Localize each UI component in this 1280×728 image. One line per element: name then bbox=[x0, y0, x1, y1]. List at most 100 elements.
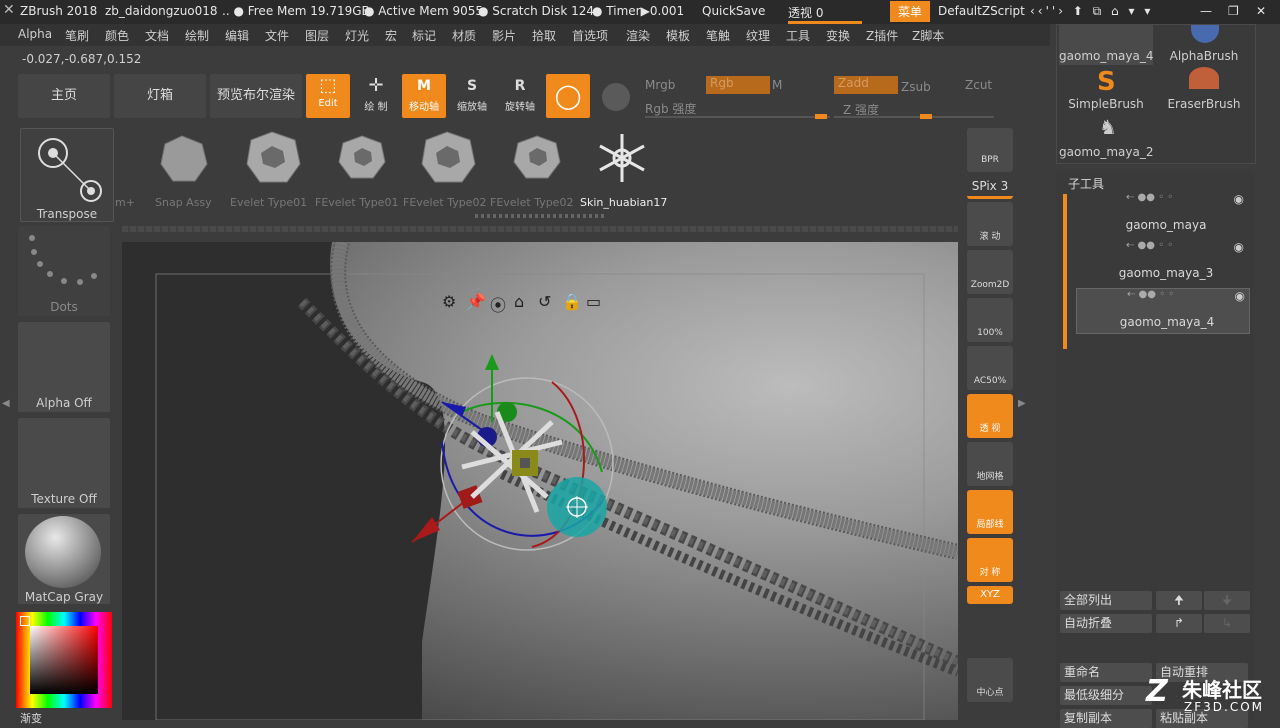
gizmo-toggle-button[interactable]: ◯ bbox=[546, 74, 590, 118]
right-shelf-button[interactable]: AC50% bbox=[967, 346, 1013, 390]
menu-item[interactable]: 绘制 bbox=[185, 27, 209, 44]
minimize-icon[interactable]: — bbox=[1200, 4, 1212, 18]
move-down-button[interactable]: 🠋 bbox=[1204, 591, 1250, 610]
rename-button[interactable]: 重命名 bbox=[1060, 663, 1152, 682]
right-shelf-button[interactable]: 100% bbox=[967, 298, 1013, 342]
pin-icon[interactable]: 📌 bbox=[466, 292, 486, 311]
bpr-preview-button[interactable]: 预览布尔渲染 bbox=[210, 74, 302, 118]
shelf-item-label[interactable]: FEvelet Type01 bbox=[315, 196, 398, 209]
default-zscript[interactable]: DefaultZScript bbox=[938, 4, 1025, 18]
viewport-canvas[interactable] bbox=[122, 242, 958, 720]
alpha-panel[interactable]: Alpha Off bbox=[18, 322, 110, 412]
menu-item[interactable]: 影片 bbox=[492, 27, 516, 44]
menu-item[interactable]: 灯光 bbox=[345, 27, 369, 44]
move-button[interactable]: M 移动轴 bbox=[402, 74, 446, 118]
z-intensity-slider[interactable] bbox=[834, 114, 994, 119]
subtool-toggle-icons[interactable]: ⇠ ●● ◦ ◦ bbox=[1126, 192, 1173, 203]
menu-item[interactable]: 宏 bbox=[385, 27, 397, 44]
right-shelf-button[interactable]: 对 称 bbox=[967, 538, 1013, 582]
brush-gaomo-maya-4[interactable]: gaomo_maya_4 bbox=[1059, 25, 1153, 65]
subtool-visibility-icon[interactable]: ◉ bbox=[1234, 240, 1244, 254]
menu-item[interactable]: 渲染 bbox=[626, 27, 650, 44]
rgb-intensity-slider[interactable] bbox=[645, 114, 830, 119]
menu-item[interactable]: Z脚本 bbox=[912, 27, 944, 44]
right-shelf-button[interactable]: BPR bbox=[967, 128, 1013, 172]
menu-item[interactable]: 文件 bbox=[265, 27, 289, 44]
lowest-subdiv-button[interactable]: 最低级细分 bbox=[1060, 686, 1152, 705]
right-tray-arrow-icon[interactable]: ▶ bbox=[1018, 398, 1026, 409]
subtool-visibility-icon[interactable]: ◉ bbox=[1235, 289, 1245, 303]
menu-item[interactable]: 编辑 bbox=[225, 27, 249, 44]
lock-icon[interactable]: 🔒 bbox=[562, 292, 582, 311]
zcut-button[interactable]: Zcut bbox=[965, 78, 992, 92]
shelf-item-label[interactable]: Evelet Type01 bbox=[230, 196, 307, 209]
list-all-button[interactable]: 全部列出 bbox=[1060, 591, 1152, 610]
right-shelf-button[interactable]: Zoom2D bbox=[967, 250, 1013, 294]
arrow-right-down-button[interactable]: ↳ bbox=[1204, 614, 1250, 633]
move-up-button[interactable]: 🠉 bbox=[1156, 591, 1202, 610]
transpose-panel[interactable]: Transpose bbox=[20, 128, 114, 222]
color-picker[interactable] bbox=[16, 612, 112, 708]
brush-eraser[interactable]: EraserBrush bbox=[1157, 67, 1251, 113]
brush-alpha[interactable]: AlphaBrush bbox=[1157, 25, 1251, 65]
right-shelf-button[interactable]: XYZ bbox=[967, 586, 1013, 604]
right-shelf-spix[interactable]: SPix 3 bbox=[967, 176, 1013, 199]
rgb-button[interactable]: Rgb bbox=[706, 76, 770, 94]
home-icon[interactable]: ⌂ bbox=[514, 292, 524, 311]
auto-collapse-button[interactable]: 自动折叠 bbox=[1060, 614, 1152, 633]
zsub-button[interactable]: Zsub bbox=[901, 80, 931, 94]
material-panel[interactable]: MatCap Gray bbox=[18, 514, 110, 604]
see-through-slider[interactable]: 透视 0 bbox=[788, 4, 862, 24]
subtool-title[interactable]: 子工具 bbox=[1068, 175, 1104, 192]
restore-icon[interactable]: ❐ bbox=[1228, 4, 1239, 18]
home-button[interactable]: 主页 bbox=[18, 74, 110, 118]
menu-item[interactable]: 模板 bbox=[666, 27, 690, 44]
rotate-button[interactable]: R 旋转轴 bbox=[498, 74, 542, 118]
shelf-item-label[interactable]: FEvelet Type02 bbox=[403, 196, 486, 209]
duplicate-button[interactable]: 复制副本 bbox=[1060, 709, 1152, 728]
subtool-item[interactable]: gaomo_maya_3 ◉ ⇠ ●● ◦ ◦ bbox=[1076, 240, 1248, 284]
subtool-item[interactable]: gaomo_maya_4 ◉ ⇠ ●● ◦ ◦ bbox=[1076, 288, 1250, 334]
minus-icon[interactable]: ▭ bbox=[586, 292, 601, 311]
subtool-item[interactable]: gaomo_maya ◉ ⇠ ●● ◦ ◦ bbox=[1076, 192, 1248, 236]
menu-item[interactable]: 图层 bbox=[305, 27, 329, 44]
texture-panel[interactable]: Texture Off bbox=[18, 418, 110, 508]
subtool-toggle-icons[interactable]: ⇠ ●● ◦ ◦ bbox=[1127, 289, 1174, 300]
menu-item[interactable]: Z插件 bbox=[866, 27, 898, 44]
menu-item[interactable]: 笔触 bbox=[706, 27, 730, 44]
close-icon[interactable]: ✕ bbox=[1256, 4, 1266, 18]
arrow-right-up-button[interactable]: ↱ bbox=[1156, 614, 1202, 633]
material-swatch-icon[interactable] bbox=[602, 83, 630, 111]
right-shelf-button[interactable]: 透 视 bbox=[967, 394, 1013, 438]
draw-button[interactable]: ✛ 绘 制 bbox=[354, 74, 398, 118]
menu-item[interactable]: 材质 bbox=[452, 27, 476, 44]
menu-item[interactable]: Alpha bbox=[18, 27, 52, 41]
brush-gaomo-maya-2[interactable]: ♞ gaomo_maya_2 bbox=[1059, 115, 1153, 161]
menu-item[interactable]: 首选项 bbox=[572, 27, 608, 44]
shelf-item-label[interactable]: Snap Assy bbox=[155, 196, 212, 209]
location-icon[interactable]: ⦿ bbox=[490, 292, 506, 316]
mrgb-button[interactable]: Mrgb bbox=[645, 78, 675, 92]
right-shelf-button[interactable]: 中心点 bbox=[967, 658, 1013, 702]
layout-icons[interactable]: ‹‹''› ⬆ ⧉ ⌂ ▾ ▾ bbox=[1030, 4, 1153, 19]
shelf-item-label[interactable]: Skin_huabian17 bbox=[580, 196, 667, 209]
shelf-scroll-indicator[interactable] bbox=[475, 214, 605, 218]
undo-icon[interactable]: ↺ bbox=[538, 292, 551, 311]
menu-item[interactable]: 文档 bbox=[145, 27, 169, 44]
menus-button[interactable]: 菜单 bbox=[890, 1, 931, 22]
left-tray-arrow-icon[interactable]: ◀ bbox=[2, 398, 10, 409]
menu-item[interactable]: 工具 bbox=[786, 27, 810, 44]
zadd-button[interactable]: Zadd bbox=[834, 76, 898, 94]
subtool-visibility-icon[interactable]: ◉ bbox=[1234, 192, 1244, 206]
menu-item[interactable]: 颜色 bbox=[105, 27, 129, 44]
stroke-panel[interactable]: Dots bbox=[18, 226, 110, 316]
brush-simple[interactable]: S SimpleBrush bbox=[1059, 67, 1153, 113]
menu-item[interactable]: 纹理 bbox=[746, 27, 770, 44]
right-shelf-button[interactable]: 滚 动 bbox=[967, 202, 1013, 246]
shelf-item-label[interactable]: m+ bbox=[115, 196, 135, 209]
right-shelf-button[interactable]: 地网格 bbox=[967, 442, 1013, 486]
subtool-toggle-icons[interactable]: ⇠ ●● ◦ ◦ bbox=[1126, 240, 1173, 251]
menu-item[interactable]: 笔刷 bbox=[65, 27, 89, 44]
right-shelf-button[interactable]: 局部线 bbox=[967, 490, 1013, 534]
m-button[interactable]: M bbox=[772, 78, 782, 92]
